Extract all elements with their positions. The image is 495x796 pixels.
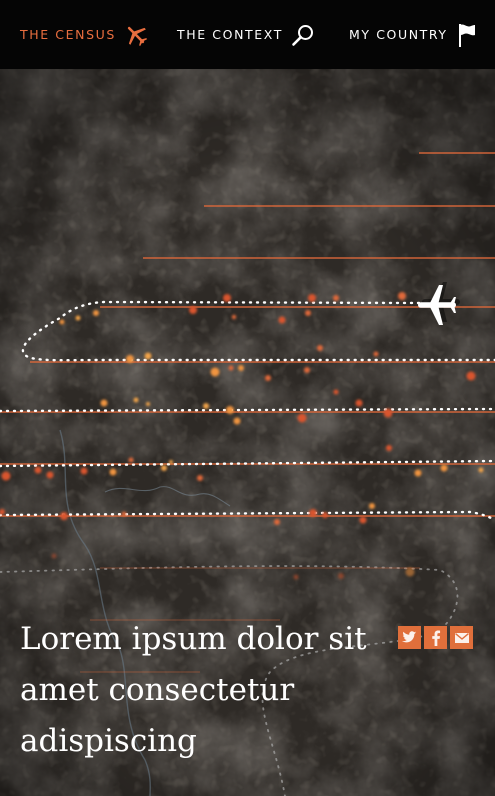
app-screen: THE CENSUS THE CONTEXT MY COUNTRY Lorem …: [0, 0, 495, 796]
nav-item-label: MY COUNTRY: [349, 27, 448, 42]
nav-item-the-context[interactable]: THE CONTEXT: [177, 0, 315, 69]
share-facebook-button[interactable]: [424, 626, 447, 649]
share-twitter-button[interactable]: [398, 626, 421, 649]
flag-icon: [456, 22, 478, 48]
twitter-icon: [402, 631, 417, 644]
nav-item-the-census[interactable]: THE CENSUS: [20, 0, 148, 69]
magnifier-icon: [291, 23, 315, 47]
airplane-icon: [124, 23, 148, 47]
email-icon: [454, 632, 469, 643]
top-navigation: THE CENSUS THE CONTEXT MY COUNTRY: [0, 0, 495, 69]
nav-item-label: THE CONTEXT: [177, 27, 283, 42]
facebook-icon: [431, 630, 441, 646]
nav-item-label: THE CENSUS: [20, 27, 116, 42]
share-email-button[interactable]: [450, 626, 473, 649]
hero-headline: Lorem ipsum dolor sit amet consectetur a…: [20, 621, 367, 759]
nav-item-my-country[interactable]: MY COUNTRY: [349, 0, 478, 69]
